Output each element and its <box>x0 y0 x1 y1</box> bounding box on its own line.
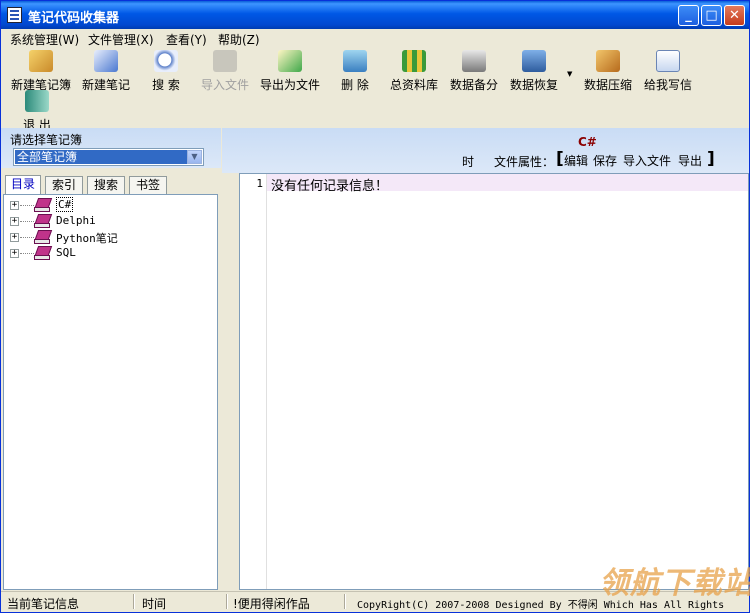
write-letter-button[interactable]: 给我写信 <box>641 50 695 93</box>
close-button[interactable]: ✕ <box>724 5 745 26</box>
tab-index[interactable]: 索引 <box>45 176 83 194</box>
delete-button[interactable]: 删 除 <box>335 50 375 93</box>
status-separator <box>133 594 135 609</box>
expand-icon[interactable]: + <box>10 233 19 242</box>
app-window: 笔记代码收集器 _ □ ✕ 系统管理(W) 文件管理(X) 查看(Y) 帮助(Z… <box>0 0 750 613</box>
exit-button[interactable]: 退 出 <box>15 90 59 133</box>
bracket-close: ] <box>707 149 715 169</box>
import-file-button[interactable]: 导入文件 <box>199 50 251 93</box>
new-note-button[interactable]: 新建笔记 <box>79 50 133 93</box>
tab-bookmarks[interactable]: 书签 <box>129 176 167 194</box>
tree-item-label: Delphi <box>56 214 96 227</box>
search-label: 搜 索 <box>152 78 180 92</box>
editor-content[interactable]: 没有任何记录信息！ <box>271 175 388 194</box>
data-compress-label: 数据压缩 <box>583 78 632 92</box>
expand-icon[interactable]: + <box>10 201 19 210</box>
minimize-button[interactable]: _ <box>678 5 699 26</box>
maximize-button[interactable]: □ <box>701 5 722 26</box>
status-author: !便用得闲作品 <box>233 597 310 611</box>
notebook-icon <box>34 230 52 244</box>
file-attributes-label: 文件属性： <box>494 155 555 169</box>
backup-drive-icon <box>462 50 486 72</box>
tree-connector <box>20 253 34 254</box>
left-panel: 请选择笔记簿 全部笔记簿 ▼ 目录 索引 搜索 书签 + C# + Delphi <box>1 128 221 591</box>
import-file-label: 导入文件 <box>200 78 249 92</box>
data-backup-button[interactable]: 数据备分 <box>448 50 500 93</box>
restore-computer-icon <box>522 50 546 72</box>
search-icon <box>154 50 178 72</box>
tree-item-label: Python笔记 <box>56 232 118 245</box>
export-link[interactable]: 导出 <box>678 152 702 169</box>
save-button[interactable]: 保存 <box>593 152 617 169</box>
title-bar[interactable]: 笔记代码收集器 _ □ ✕ <box>1 1 749 29</box>
right-panel: C# 时 文件属性： [ 编辑 保存 导入文件 导出 ] 1 没有任何记录信息！ <box>222 128 749 591</box>
notebook-icon <box>34 214 52 228</box>
new-notebook-icon <box>29 50 53 72</box>
export-file-button[interactable]: 导出为文件 <box>257 50 323 93</box>
status-current-note: 当前笔记信息 <box>7 597 80 611</box>
exit-door-icon <box>25 90 49 112</box>
bracket-open: [ <box>556 149 564 169</box>
notebook-select-label: 请选择笔记簿 <box>10 133 83 147</box>
import-file-link[interactable]: 导入文件 <box>623 152 671 169</box>
write-letter-label: 给我写信 <box>643 78 692 92</box>
new-note-label: 新建笔记 <box>81 78 130 92</box>
menu-system[interactable]: 系统管理(W) <box>10 31 79 48</box>
status-separator <box>344 594 346 609</box>
code-editor[interactable]: 1 没有任何记录信息！ <box>239 173 749 590</box>
data-restore-button[interactable]: 数据恢复 <box>507 50 561 93</box>
window-title: 笔记代码收集器 <box>28 11 120 26</box>
current-category: C# <box>578 135 597 149</box>
delete-label: 删 除 <box>341 78 369 92</box>
menu-file[interactable]: 文件管理(X) <box>88 31 154 48</box>
notebook-select[interactable]: 全部笔记簿 ▼ <box>13 148 204 166</box>
library-grid-icon <box>402 50 426 72</box>
import-file-icon <box>213 50 237 72</box>
notebook-app-icon <box>7 7 22 23</box>
notebook-icon <box>34 246 52 260</box>
restore-dropdown-caret-icon[interactable]: ▼ <box>567 70 572 78</box>
notebook-tree[interactable]: + C# + Delphi + Python笔记 + SQL <box>3 194 218 590</box>
line-number: 1 <box>256 177 263 190</box>
menu-help[interactable]: 帮助(Z) <box>218 31 260 48</box>
new-note-icon <box>94 50 118 72</box>
email-icon <box>656 50 680 72</box>
total-library-label: 总资料库 <box>389 78 438 92</box>
expand-icon[interactable]: + <box>10 217 19 226</box>
tree-item-label: SQL <box>56 246 76 259</box>
export-file-label: 导出为文件 <box>259 78 320 92</box>
notebook-select-value: 全部笔记簿 <box>15 150 187 164</box>
edit-button[interactable]: 编辑 <box>564 152 588 169</box>
recycle-bin-icon <box>343 50 367 72</box>
tab-search[interactable]: 搜索 <box>87 176 125 194</box>
data-compress-button[interactable]: 数据压缩 <box>581 50 635 93</box>
export-file-icon <box>278 50 302 72</box>
chevron-down-icon[interactable]: ▼ <box>187 150 202 164</box>
compress-archive-icon <box>596 50 620 72</box>
menu-bar: 系统管理(W) 文件管理(X) 查看(Y) 帮助(Z) <box>1 29 749 48</box>
notebook-icon <box>34 198 52 212</box>
tree-connector <box>20 221 34 222</box>
tab-contents[interactable]: 目录 <box>5 175 41 194</box>
time-label: 时 <box>462 155 475 169</box>
status-time: 时间 <box>142 597 167 611</box>
new-notebook-button[interactable]: 新建笔记簿 <box>9 50 73 93</box>
menu-view[interactable]: 查看(Y) <box>166 31 207 48</box>
expand-icon[interactable]: + <box>10 249 19 258</box>
tree-item-label: C# <box>56 197 74 212</box>
status-separator <box>226 594 228 609</box>
search-button[interactable]: 搜 索 <box>146 50 186 93</box>
tree-connector <box>20 237 34 238</box>
site-watermark: 领航下载站 <box>599 566 750 601</box>
toolbar: 新建笔记簿 新建笔记 搜 索 导入文件 导出为文件 删 除 总资料库 数据备分 <box>1 48 749 132</box>
line-number-gutter: 1 <box>240 174 267 589</box>
data-backup-label: 数据备分 <box>449 78 498 92</box>
navigation-tabs: 目录 索引 搜索 书签 <box>5 175 219 194</box>
data-restore-label: 数据恢复 <box>509 78 558 92</box>
total-library-button[interactable]: 总资料库 <box>387 50 441 93</box>
tree-connector <box>20 205 34 206</box>
